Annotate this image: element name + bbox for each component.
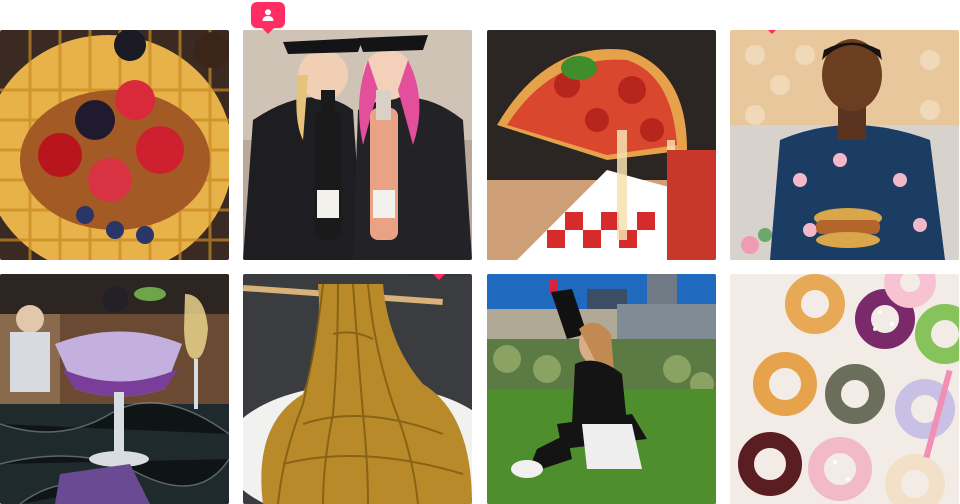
rooftop-woman-photo[interactable]	[487, 274, 716, 504]
man-burger-photo[interactable]: 239	[730, 30, 959, 260]
graduates-champagne-photo[interactable]	[243, 30, 472, 260]
waffle-photo[interactable]	[0, 30, 229, 260]
person-icon	[262, 9, 274, 21]
follower-badge	[251, 2, 285, 34]
purple-cocktail-photo[interactable]	[0, 274, 229, 504]
pizza-slice-photo[interactable]	[487, 30, 716, 260]
donuts-photo[interactable]	[730, 274, 959, 504]
noodles-photo[interactable]: 2391	[243, 274, 472, 504]
